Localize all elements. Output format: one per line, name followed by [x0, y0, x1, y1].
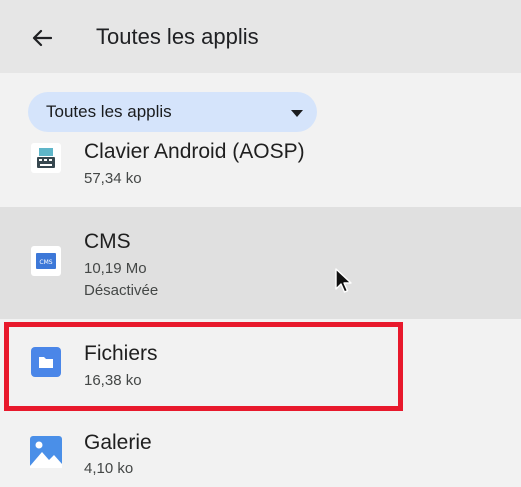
back-button[interactable]	[20, 20, 64, 56]
page-title: Toutes les applis	[96, 24, 259, 49]
svg-text:CMS: CMS	[39, 259, 52, 266]
app-name: Galerie	[84, 431, 152, 454]
keyboard-app-icon	[30, 142, 62, 174]
gallery-app-icon	[30, 436, 62, 468]
app-name: Clavier Android (AOSP)	[84, 140, 305, 163]
app-size: 4,10 ko	[84, 460, 134, 477]
folder-app-icon	[30, 346, 62, 378]
caret-down-icon	[291, 110, 303, 117]
app-status: Désactivée	[84, 282, 159, 299]
app-size: 16,38 ko	[84, 372, 142, 389]
app-list-item-galerie[interactable]: Galerie 4,10 ko	[0, 408, 521, 487]
app-list-item-clavier[interactable]: Clavier Android (AOSP) 57,34 ko	[0, 133, 521, 207]
app-name: Fichiers	[84, 342, 158, 365]
filter-label: Toutes les applis	[46, 102, 172, 121]
top-app-bar: Toutes les applis	[0, 0, 521, 73]
app-name: CMS	[84, 230, 131, 253]
arrow-left-icon	[32, 29, 52, 47]
app-list-item-fichiers[interactable]: Fichiers 16,38 ko	[0, 320, 521, 408]
app-size: 10,19 Mo	[84, 260, 147, 277]
app-size: 57,34 ko	[84, 170, 142, 187]
app-list-item-cms[interactable]: CMS CMS 10,19 Mo Désactivée	[0, 207, 521, 319]
app-filter-dropdown[interactable]: Toutes les applis	[28, 92, 317, 132]
mouse-pointer-icon	[335, 268, 352, 293]
cms-app-icon: CMS	[30, 245, 62, 277]
